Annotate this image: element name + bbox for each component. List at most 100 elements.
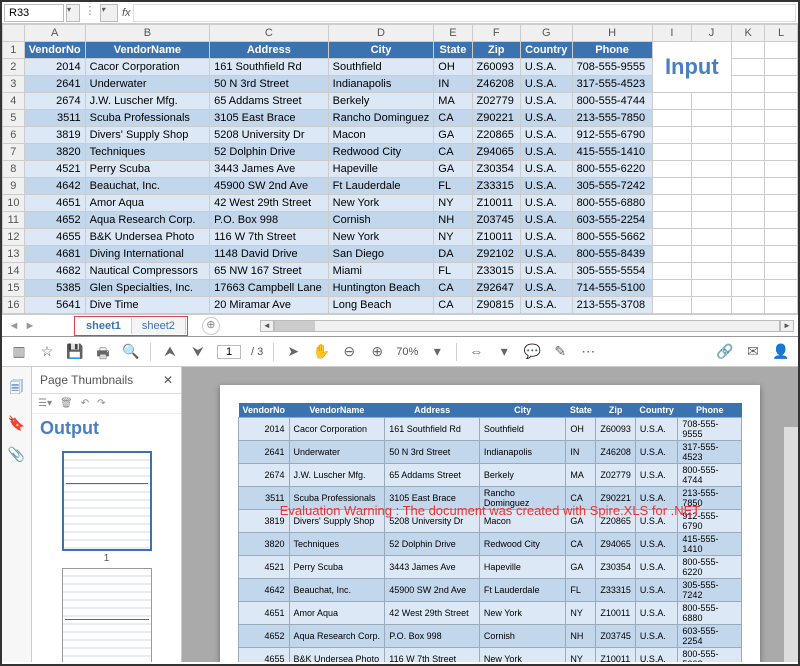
row-header[interactable]: 4 <box>3 93 25 110</box>
table-header-cell[interactable]: City <box>328 42 434 59</box>
row-header[interactable]: 3 <box>3 76 25 93</box>
print-icon[interactable]: 🖶 <box>94 343 112 361</box>
email-icon[interactable]: ✉ <box>744 343 762 361</box>
cell[interactable]: 3511 <box>24 110 85 127</box>
column-header[interactable]: L <box>765 25 798 42</box>
cell[interactable]: U.S.A. <box>520 229 572 246</box>
cell[interactable]: CA <box>434 280 472 297</box>
column-header[interactable]: F <box>472 25 520 42</box>
cell[interactable] <box>732 280 765 297</box>
vertical-dots-icon[interactable]: ⋮ <box>82 4 98 22</box>
cell[interactable] <box>732 178 765 195</box>
prev-page-icon[interactable]: ⮝ <box>161 343 179 361</box>
highlight-icon[interactable]: ✎ <box>551 343 569 361</box>
search-icon[interactable]: 🔍 <box>122 343 140 361</box>
thumbnails-tab-icon[interactable]: 🗐 <box>10 377 24 401</box>
cell[interactable]: U.S.A. <box>520 195 572 212</box>
comment-icon[interactable]: 💬 <box>523 343 541 361</box>
row-header[interactable]: 9 <box>3 178 25 195</box>
dropdown-icon[interactable]: ▾ <box>100 4 118 22</box>
cell[interactable]: U.S.A. <box>520 178 572 195</box>
cell[interactable]: Huntington Beach <box>328 280 434 297</box>
cell[interactable] <box>765 144 798 161</box>
thumb-list-icon[interactable]: ☰▾ <box>38 398 52 409</box>
cell[interactable]: Hapeville <box>328 161 434 178</box>
cell[interactable] <box>765 110 798 127</box>
cell[interactable]: San Diego <box>328 246 434 263</box>
cell[interactable]: 1148 David Drive <box>210 246 329 263</box>
cell[interactable]: NY <box>434 195 472 212</box>
cell[interactable]: 714-555-5100 <box>572 280 652 297</box>
scroll-thumb[interactable] <box>784 367 798 427</box>
cell[interactable] <box>765 59 798 76</box>
cell[interactable] <box>692 110 732 127</box>
cell[interactable]: 20 Miramar Ave <box>210 297 329 314</box>
cell[interactable] <box>692 178 732 195</box>
cell[interactable]: 4682 <box>24 263 85 280</box>
table-header-cell[interactable]: Zip <box>472 42 520 59</box>
scroll-thumb[interactable] <box>275 321 315 331</box>
cell[interactable]: GA <box>434 127 472 144</box>
cell[interactable]: 305-555-7242 <box>572 178 652 195</box>
cell[interactable] <box>692 314 732 315</box>
cell[interactable]: IN <box>434 76 472 93</box>
cell[interactable]: 4642 <box>24 178 85 195</box>
column-header[interactable]: E <box>434 25 472 42</box>
table-header-cell[interactable]: State <box>434 42 472 59</box>
cell[interactable]: Techniques <box>85 144 209 161</box>
cell[interactable] <box>692 161 732 178</box>
thumb-delete-icon[interactable]: 🗑 <box>60 398 73 409</box>
cell[interactable] <box>472 314 520 315</box>
pdf-page-area[interactable]: VendorNoVendorNameAddressCityStateZipCou… <box>182 367 798 662</box>
cell[interactable] <box>732 263 765 280</box>
cell[interactable]: 800-555-6220 <box>572 161 652 178</box>
thumb-rotate-ccw-icon[interactable]: ↶ <box>81 398 89 409</box>
zoom-level[interactable]: 70% <box>396 346 418 358</box>
cell[interactable] <box>692 229 732 246</box>
cell[interactable]: New York <box>328 229 434 246</box>
cell[interactable]: 65 Addams Street <box>210 93 329 110</box>
cell[interactable]: U.S.A. <box>520 59 572 76</box>
pointer-icon[interactable]: ➤ <box>284 343 302 361</box>
row-header[interactable]: 1 <box>3 42 25 59</box>
cell[interactable]: U.S.A. <box>520 93 572 110</box>
zoom-dropdown-icon[interactable]: ▾ <box>428 343 446 361</box>
cell[interactable] <box>765 178 798 195</box>
cell[interactable] <box>85 314 209 315</box>
vertical-scrollbar[interactable] <box>784 367 798 662</box>
cell[interactable]: 5208 University Dr <box>210 127 329 144</box>
cell[interactable] <box>732 93 765 110</box>
cell[interactable]: 3443 James Ave <box>210 161 329 178</box>
cell[interactable]: 42 West 29th Street <box>210 195 329 212</box>
scroll-right-icon[interactable]: ► <box>780 320 794 332</box>
cell[interactable]: Rancho Dominguez <box>328 110 434 127</box>
sheet-tab[interactable]: sheet2 <box>132 318 186 334</box>
cell[interactable]: 52 Dolphin Drive <box>210 144 329 161</box>
cell[interactable]: 65 NW 167 Street <box>210 263 329 280</box>
cell[interactable]: FL <box>434 263 472 280</box>
cell[interactable]: Scuba Professionals <box>85 110 209 127</box>
cell[interactable] <box>765 212 798 229</box>
more-icon[interactable]: ⋯ <box>579 343 597 361</box>
bookmarks-tab-icon[interactable]: 🔖 <box>8 415 25 432</box>
cell[interactable]: Divers' Supply Shop <box>85 127 209 144</box>
cell[interactable]: Z20865 <box>472 127 520 144</box>
column-header[interactable]: C <box>210 25 329 42</box>
cell[interactable]: GA <box>434 161 472 178</box>
cell[interactable] <box>732 161 765 178</box>
cell[interactable]: Z92102 <box>472 246 520 263</box>
cell[interactable] <box>765 314 798 315</box>
page-thumbnail[interactable] <box>62 451 152 551</box>
cell[interactable]: Z30354 <box>472 161 520 178</box>
cell[interactable]: Z60093 <box>472 59 520 76</box>
row-header[interactable]: 12 <box>3 229 25 246</box>
cell[interactable] <box>652 144 691 161</box>
cell[interactable] <box>732 76 765 93</box>
cell[interactable]: Ft Lauderdale <box>328 178 434 195</box>
account-icon[interactable]: 👤 <box>772 343 790 361</box>
row-header[interactable]: 5 <box>3 110 25 127</box>
cell[interactable]: 213-555-7850 <box>572 110 652 127</box>
cell[interactable]: MA <box>434 93 472 110</box>
cell[interactable] <box>692 195 732 212</box>
row-header[interactable]: 6 <box>3 127 25 144</box>
